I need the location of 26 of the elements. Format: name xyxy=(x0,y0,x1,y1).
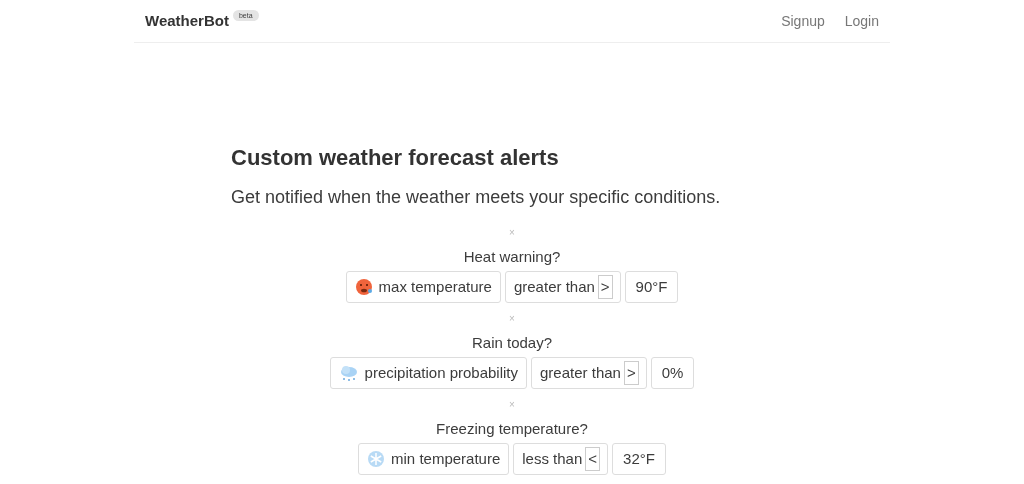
alert-question: Heat warning? xyxy=(463,247,561,267)
threshold-value[interactable]: 90°F xyxy=(624,271,679,303)
comparison-label: less than xyxy=(522,448,583,469)
threshold-value[interactable]: 32°F xyxy=(612,443,666,475)
alert-question: Rain today? xyxy=(471,333,552,353)
metric-select[interactable]: precipitation probability xyxy=(329,357,528,389)
nav-link[interactable]: Signup xyxy=(781,10,825,32)
comparison-label: greater than xyxy=(513,276,595,297)
page-subtitle: Get notified when the weather meets your specific conditions. xyxy=(231,186,722,209)
brand-name[interactable]: WeatherBot xyxy=(145,9,229,33)
hot-face-icon xyxy=(354,278,373,296)
operator-toggle[interactable]: > xyxy=(597,275,613,299)
metric-select[interactable]: max temperature xyxy=(345,271,501,303)
threshold-value[interactable]: 0% xyxy=(650,357,695,389)
comparison-label: greater than xyxy=(540,362,621,383)
metric-label: max temperature xyxy=(378,276,492,297)
snowflake-icon xyxy=(367,450,386,468)
metric-select[interactable]: min temperature xyxy=(358,443,510,475)
alert-question: Freezing temperature? xyxy=(436,419,588,439)
operator-toggle[interactable]: < xyxy=(585,447,601,471)
page-title: Custom weather forecast alerts xyxy=(231,144,560,172)
metric-label: min temperature xyxy=(391,448,501,469)
operator-toggle[interactable]: > xyxy=(623,361,639,385)
metric-label: precipitation probability xyxy=(364,362,519,383)
rain-cloud-icon xyxy=(338,364,359,382)
nav-link[interactable]: Login xyxy=(844,10,879,32)
